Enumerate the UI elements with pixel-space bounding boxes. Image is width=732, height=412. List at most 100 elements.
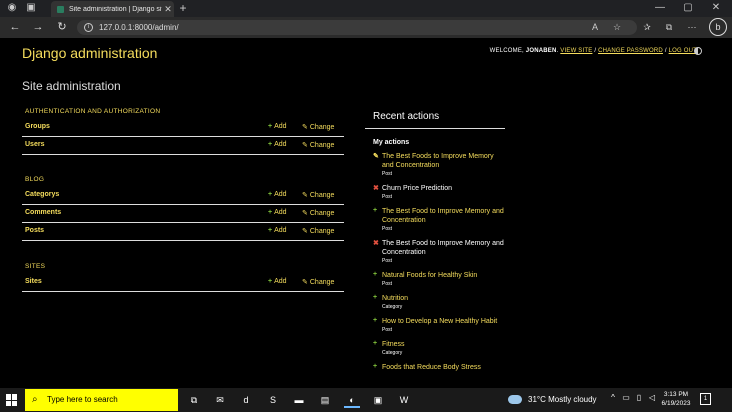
add-categorys-link[interactable]: + Add [268, 191, 287, 198]
model-link-comments[interactable]: Comments [25, 209, 61, 216]
change-posts-link[interactable]: ✎ Change [302, 227, 334, 235]
profile-icon[interactable]: ◉ [6, 2, 18, 14]
delete-icon: ✖ [373, 185, 379, 192]
plus-icon: + [373, 294, 378, 301]
plus-icon: + [373, 363, 378, 370]
read-aloud-icon[interactable]: A [589, 21, 601, 33]
tray-chevron-icon[interactable]: ^ [608, 393, 618, 402]
forward-icon[interactable]: → [31, 20, 45, 34]
recent-action-title: Churn Price Prediction [382, 185, 453, 192]
more-icon[interactable]: ⋯ [686, 21, 698, 33]
recent-action-title[interactable]: Foods that Reduce Body Stress [382, 363, 505, 372]
add-groups-link[interactable]: + Add [268, 123, 287, 130]
add-posts-link[interactable]: + Add [268, 227, 287, 234]
plus-icon: + [373, 317, 378, 324]
username: JONABEN [525, 48, 557, 54]
site-brand[interactable]: Django administration [22, 45, 157, 61]
plus-icon: + [268, 278, 273, 285]
welcome-text: WELCOME, JONABEN. [489, 48, 559, 54]
battery-icon[interactable]: ▯ [634, 393, 644, 402]
close-tab-icon[interactable]: ✕ [162, 4, 174, 15]
recent-action-item: + Fitness Category [365, 340, 505, 356]
recent-action-type: Post [382, 281, 393, 287]
favorites-icon[interactable]: ✰ [641, 21, 653, 33]
taskbar-search-input[interactable]: ⌕ Type here to search [25, 389, 178, 411]
pencil-icon: ✎ [373, 153, 379, 160]
model-row-comments: Comments + Add ✎ Change [22, 205, 344, 223]
back-icon[interactable]: ← [8, 20, 22, 34]
tab-title: Site administration | Django site [69, 5, 162, 13]
recent-action-item: + Foods that Reduce Body Stress [365, 363, 505, 372]
model-link-sites[interactable]: Sites [25, 278, 42, 285]
minimize-icon[interactable]: — [650, 2, 670, 13]
clock-date: 6/19/2023 [661, 400, 691, 407]
change-comments-link[interactable]: ✎ Change [302, 209, 334, 217]
change-sites-link[interactable]: ✎ Change [302, 278, 334, 286]
app-d-icon[interactable]: d [238, 392, 254, 408]
recent-action-type: Category [382, 304, 403, 310]
close-window-icon[interactable]: ✕ [706, 2, 726, 13]
django-favicon-icon [57, 5, 64, 13]
recent-action-item: + Natural Foods for Healthy Skin Post [365, 271, 505, 287]
module-caption[interactable]: BLOG [22, 172, 344, 187]
bing-icon[interactable]: b [709, 18, 727, 36]
view-site-link[interactable]: VIEW SITE [560, 48, 592, 54]
favorite-star-icon[interactable]: ☆ [611, 21, 623, 33]
site-header: Django administration WELCOME, JONABEN. … [0, 38, 732, 66]
add-comments-link[interactable]: + Add [268, 209, 287, 216]
recent-action-title[interactable]: The Best Food to Improve Memory and Conc… [382, 207, 505, 225]
site-info-icon[interactable]: i [84, 23, 93, 32]
log-out-link[interactable]: LOG OUT [669, 48, 697, 54]
pencil-icon: ✎ [302, 124, 308, 131]
file-explorer-icon[interactable]: ▬ [291, 392, 307, 408]
module-sites: SITES Sites + Add ✎ Change [22, 259, 344, 292]
new-tab-icon[interactable]: + [176, 1, 190, 15]
edge-icon[interactable]: ◐ [344, 392, 360, 408]
model-row-groups: Groups + Add ✎ Change [22, 119, 344, 137]
maximize-icon[interactable]: ▢ [678, 2, 698, 13]
network-icon[interactable]: ▭ [621, 393, 631, 402]
model-link-users[interactable]: Users [25, 141, 44, 148]
theme-toggle-icon[interactable] [694, 47, 702, 55]
recent-action-title[interactable]: How to Develop a New Healthy Habit [382, 317, 505, 326]
url-text: 127.0.0.1:8000/admin/ [99, 23, 179, 32]
url-field[interactable]: i 127.0.0.1:8000/admin/ [77, 20, 637, 35]
task-view-icon[interactable]: ⧉ [186, 392, 202, 408]
change-groups-link[interactable]: ✎ Change [302, 123, 334, 131]
recent-action-title[interactable]: Nutrition [382, 294, 505, 303]
model-link-groups[interactable]: Groups [25, 123, 50, 130]
mail-icon[interactable]: ✉ [212, 392, 228, 408]
recent-action-title[interactable]: Natural Foods for Healthy Skin [382, 271, 505, 280]
volume-icon[interactable]: ◁ [647, 393, 657, 402]
change-users-link[interactable]: ✎ Change [302, 141, 334, 149]
taskbar-clock[interactable]: 3:13 PM 6/19/2023 [661, 390, 691, 408]
model-link-categorys[interactable]: Categorys [25, 191, 59, 198]
app-image-icon[interactable]: ▣ [370, 392, 386, 408]
windows-start-icon[interactable] [6, 394, 18, 406]
recent-action-type: Post [382, 327, 393, 333]
store-icon[interactable]: ▤ [317, 392, 333, 408]
pencil-icon: ✎ [302, 192, 308, 199]
change-password-link[interactable]: CHANGE PASSWORD [598, 48, 663, 54]
collections-icon[interactable]: ⧉ [663, 21, 675, 33]
cloud-icon [508, 395, 522, 405]
module-caption[interactable]: SITES [22, 259, 344, 274]
app-s-icon[interactable]: S [265, 392, 281, 408]
module-caption[interactable]: AUTHENTICATION AND AUTHORIZATION [22, 104, 344, 119]
model-link-posts[interactable]: Posts [25, 227, 44, 234]
plus-icon: + [373, 207, 378, 214]
recent-action-title[interactable]: Fitness [382, 340, 505, 349]
browser-tab[interactable]: Site administration | Django site ✕ [51, 1, 174, 17]
add-users-link[interactable]: + Add [268, 141, 287, 148]
recent-action-title[interactable]: The Best Foods to Improve Memory and Con… [382, 152, 505, 170]
word-icon[interactable]: W [396, 392, 412, 408]
tab-actions-icon[interactable]: ▣ [25, 2, 37, 14]
recent-action-item: + How to Develop a New Healthy Habit Post [365, 317, 505, 333]
refresh-icon[interactable]: ↻ [55, 20, 69, 34]
weather-widget[interactable]: 31°C Mostly cloudy [508, 388, 597, 412]
plus-icon: + [268, 141, 273, 148]
add-sites-link[interactable]: + Add [268, 278, 287, 285]
browser-tabstrip: ◉ ▣ Site administration | Django site ✕ … [0, 0, 732, 17]
change-categorys-link[interactable]: ✎ Change [302, 191, 334, 199]
notification-icon[interactable]: 1 [700, 393, 711, 405]
